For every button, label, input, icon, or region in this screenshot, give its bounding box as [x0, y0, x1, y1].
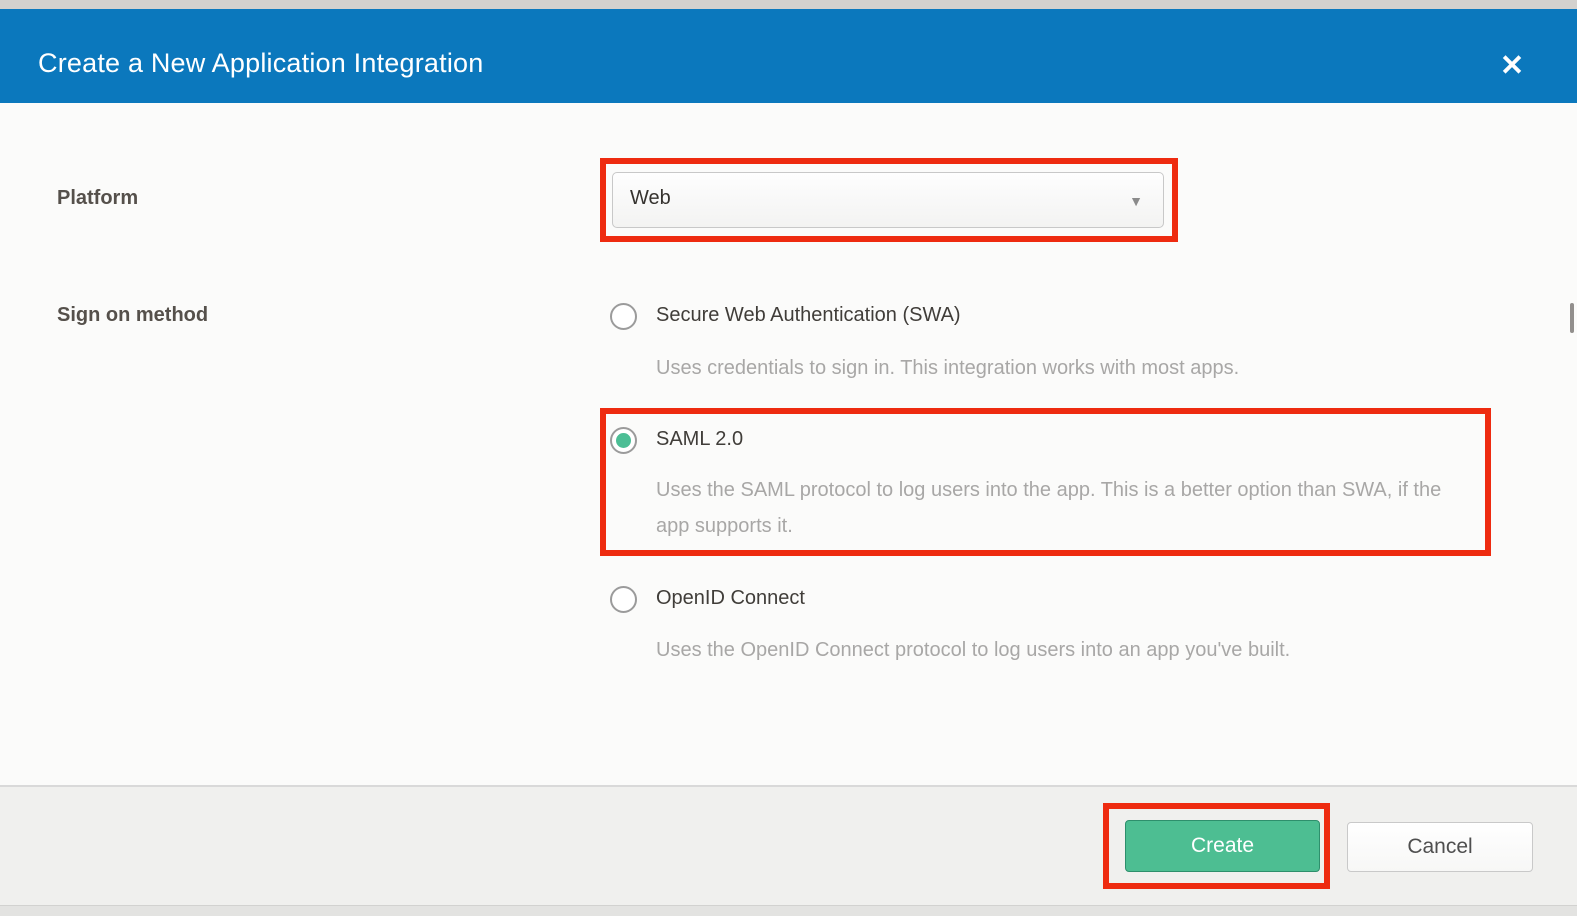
page-background-top-strip — [0, 0, 1577, 9]
cancel-button[interactable]: Cancel — [1347, 822, 1533, 872]
platform-dropdown[interactable]: Web ▼ — [612, 172, 1164, 228]
create-app-integration-modal: Create a New Application Integration ✕ P… — [0, 0, 1577, 916]
radio-openid-label[interactable]: OpenID Connect — [656, 587, 805, 610]
radio-swa[interactable] — [610, 303, 637, 330]
radio-saml-description: Uses the SAML protocol to log users into… — [656, 472, 1476, 544]
scrollbar-thumb[interactable] — [1570, 303, 1574, 333]
radio-swa-description: Uses credentials to sign in. This integr… — [656, 350, 1239, 386]
sign-on-method-label: Sign on method — [57, 304, 208, 327]
platform-label: Platform — [57, 187, 138, 210]
platform-dropdown-value: Web — [630, 187, 671, 210]
radio-saml-label[interactable]: SAML 2.0 — [656, 428, 743, 451]
modal-footer — [0, 785, 1577, 905]
page-background-bottom-strip — [0, 905, 1577, 916]
radio-saml[interactable] — [610, 427, 637, 454]
radio-openid-description: Uses the OpenID Connect protocol to log … — [656, 632, 1290, 668]
radio-selected-dot — [616, 433, 631, 448]
close-icon[interactable]: ✕ — [1492, 47, 1532, 87]
chevron-down-icon: ▼ — [1129, 193, 1143, 209]
modal-header: Create a New Application Integration ✕ — [0, 9, 1577, 103]
modal-title: Create a New Application Integration — [38, 48, 483, 79]
radio-swa-label[interactable]: Secure Web Authentication (SWA) — [656, 304, 961, 327]
create-button[interactable]: Create — [1125, 820, 1320, 872]
radio-openid[interactable] — [610, 586, 637, 613]
